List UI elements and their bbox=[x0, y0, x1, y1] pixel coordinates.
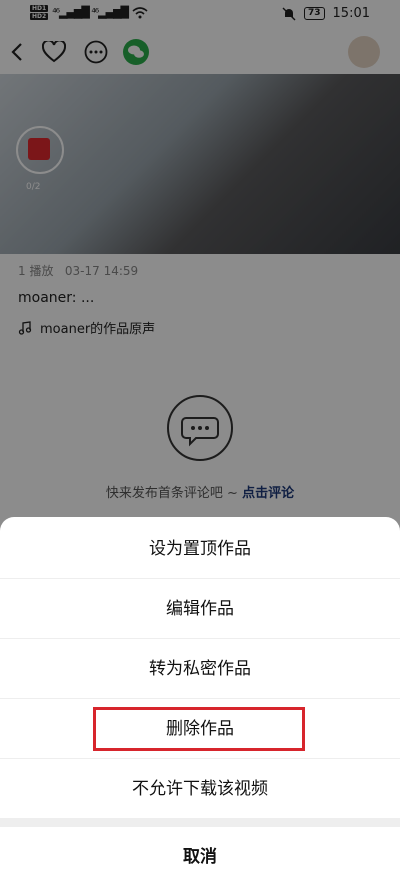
edit-work-option[interactable]: 编辑作品 bbox=[0, 579, 400, 639]
delete-highlight-box bbox=[93, 707, 305, 751]
action-sheet: 设为置顶作品 编辑作品 转为私密作品 删除作品 不允许下载该视频 取消 bbox=[0, 517, 400, 888]
make-private-option[interactable]: 转为私密作品 bbox=[0, 639, 400, 699]
sheet-divider bbox=[0, 819, 400, 827]
disallow-download-option[interactable]: 不允许下载该视频 bbox=[0, 759, 400, 819]
cancel-button[interactable]: 取消 bbox=[0, 827, 400, 888]
pin-work-option[interactable]: 设为置顶作品 bbox=[0, 519, 400, 579]
